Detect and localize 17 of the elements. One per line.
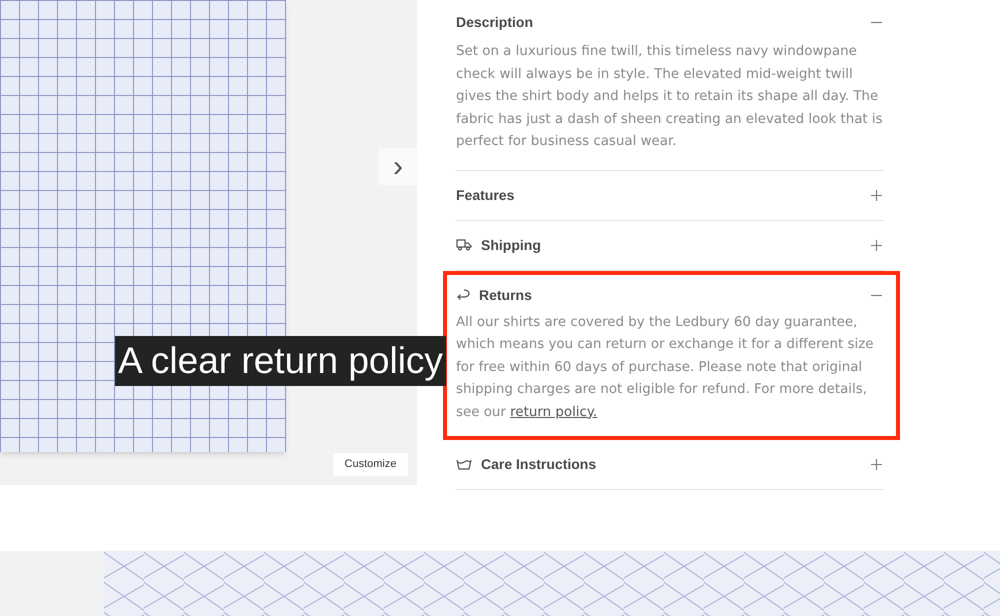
customize-button[interactable]: Customize (333, 453, 408, 476)
accordion-header[interactable]: Returns (456, 274, 884, 312)
plus-icon (871, 190, 882, 200)
accordion-header[interactable]: Care Instructions (456, 440, 884, 489)
accordion-header[interactable]: Description (456, 0, 884, 41)
plus-icon (871, 240, 882, 250)
return-arrow-icon (456, 288, 470, 302)
plus-icon (871, 459, 882, 470)
accordion-header[interactable]: Shipping (456, 220, 884, 270)
section-text: Set on a luxurious fine twill, this timeless navy windowpane check will always be in style. The elevated mid-weight twill gives the shirt body and helps it to retain its shape all day. The fabric has just a dash of sheen creating an elevated look that is perfect for business casual wear. (456, 43, 884, 151)
caption-overlay: A clear return policy (115, 336, 446, 386)
next-image-button[interactable]: › (379, 148, 417, 185)
return-policy-link[interactable]: return policy. (510, 404, 598, 420)
truck-icon (456, 239, 472, 251)
accordion-header[interactable]: Features (456, 170, 884, 220)
section-text: All our shirts are covered by the Ledbury 60 day guarantee, which means you can return or exchange it for a different size for free within 60 days of purchase. Please note that original shipping charges are not eligible for refund. For more details, see our return policy. (456, 314, 874, 422)
wash-basin-icon (456, 459, 472, 470)
